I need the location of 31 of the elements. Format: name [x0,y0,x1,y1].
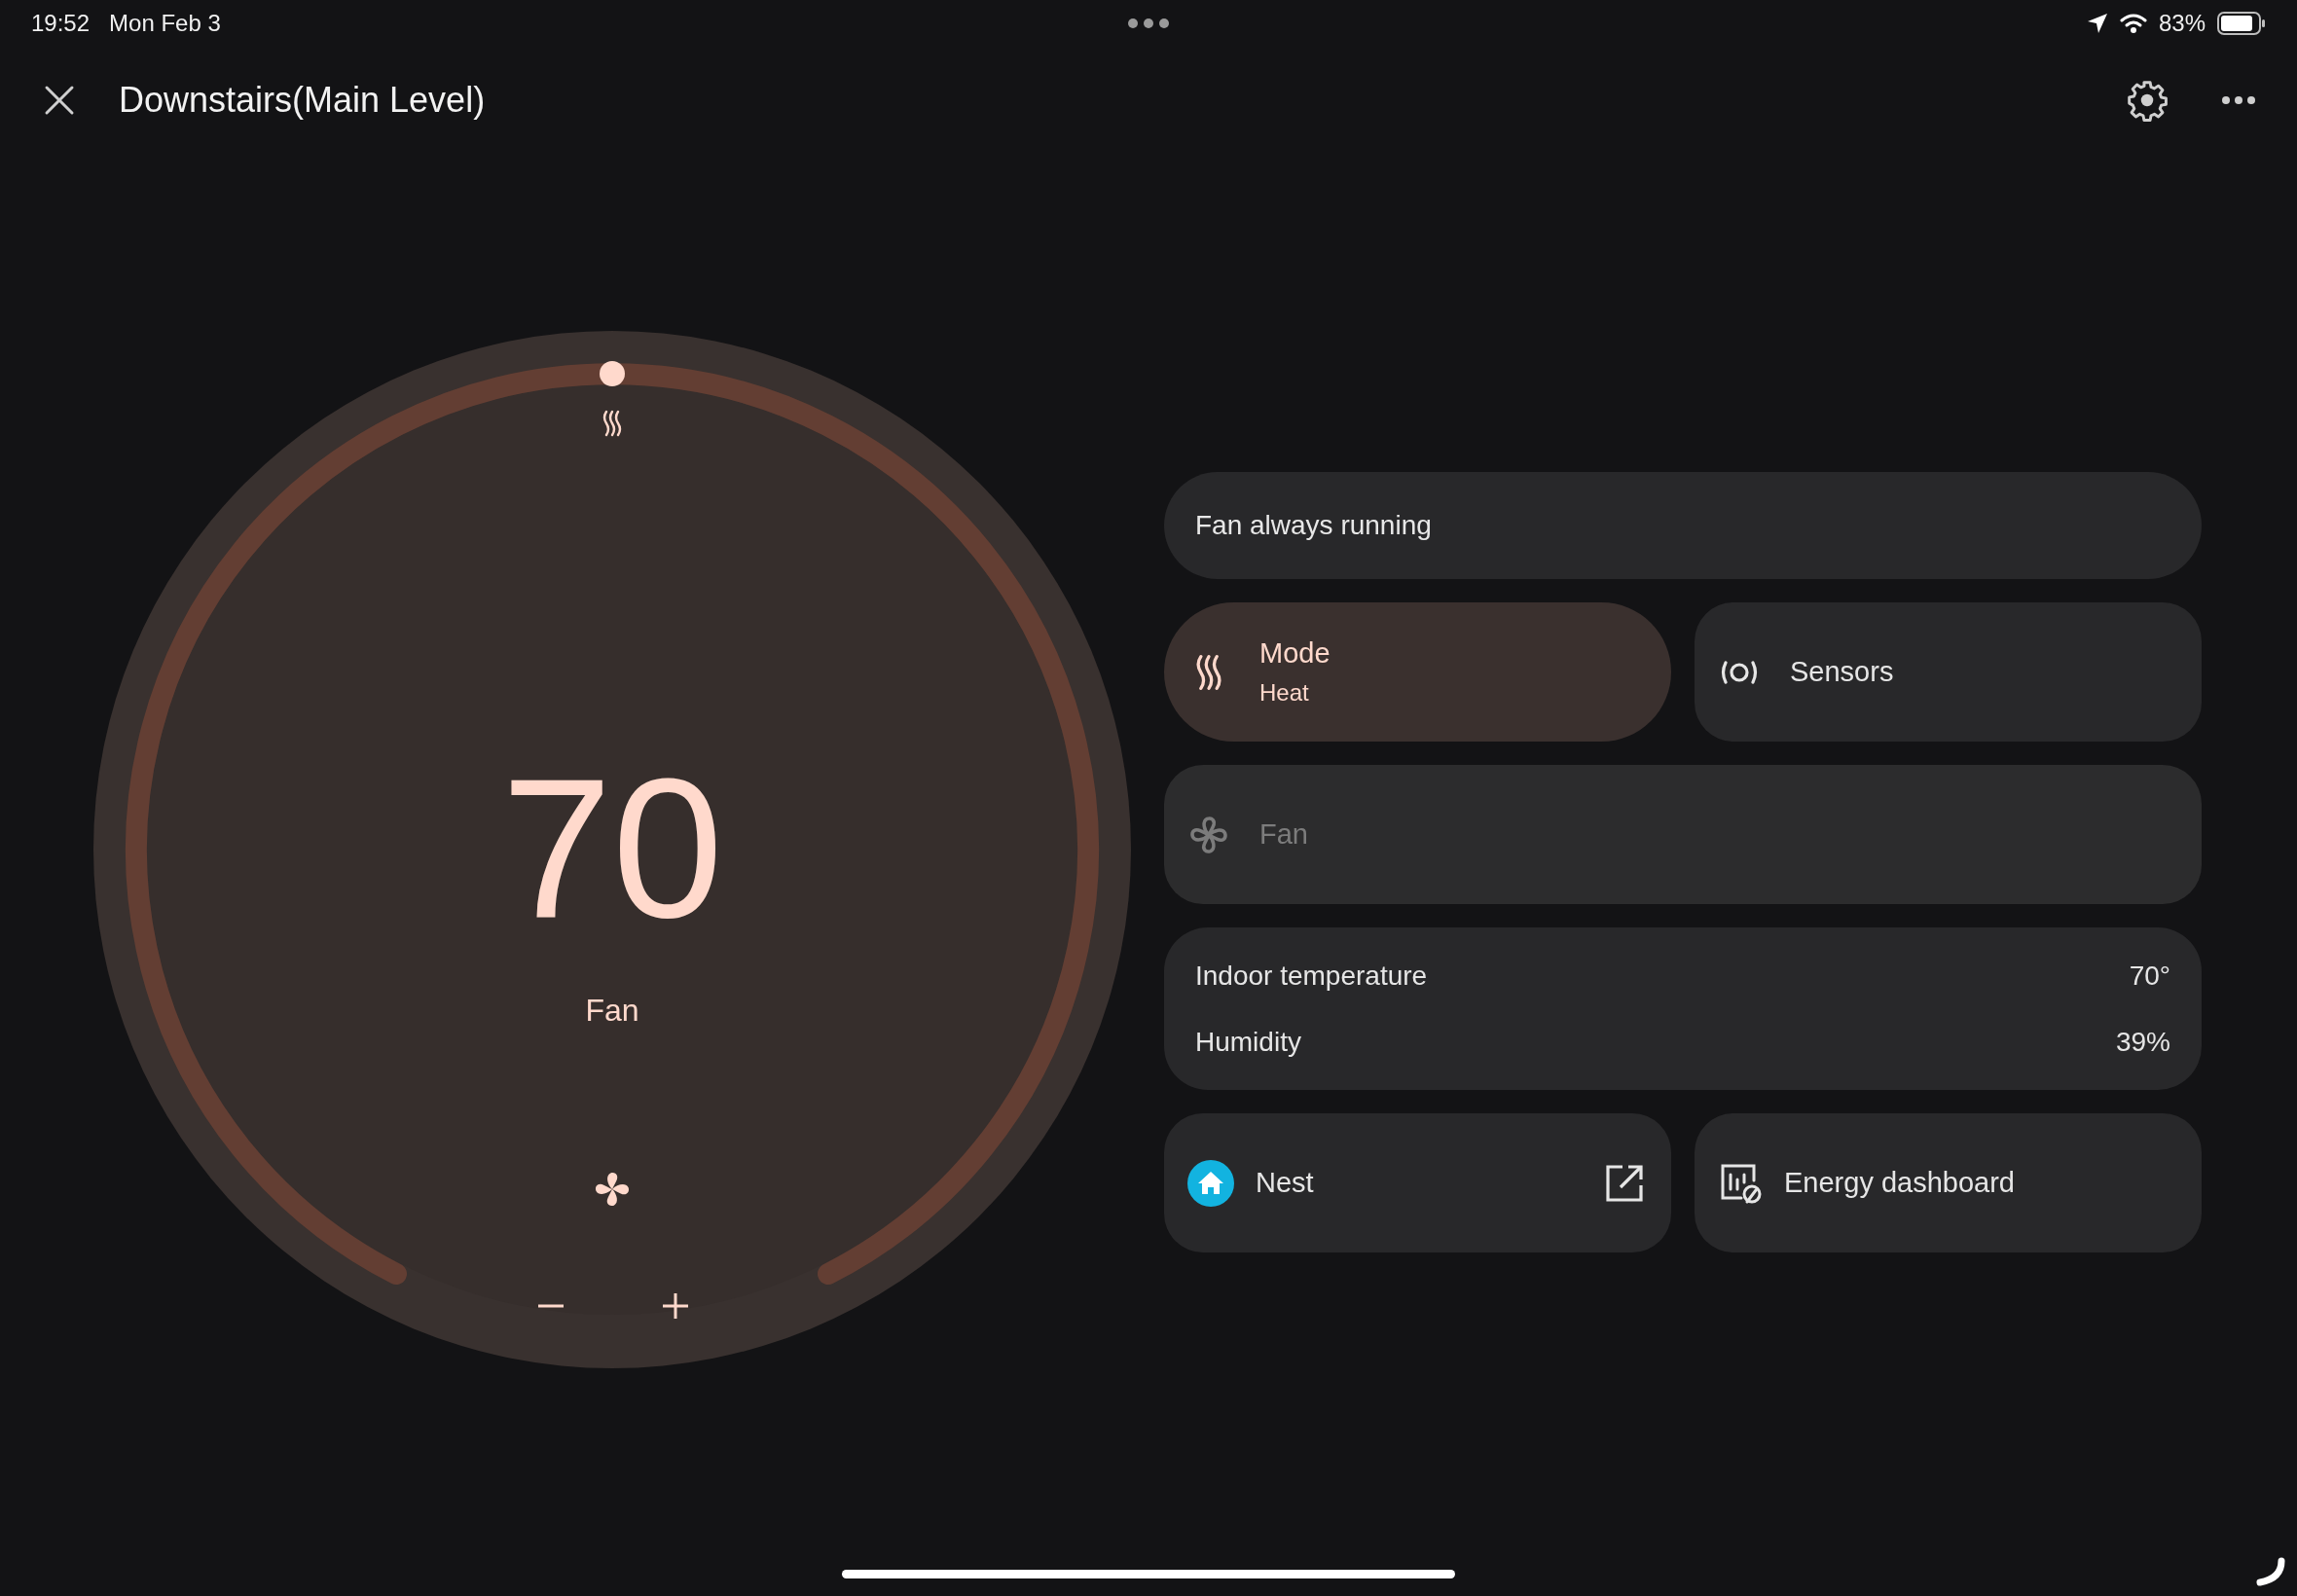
temperature-reading: 70 [501,746,723,947]
minus-icon [537,1304,565,1308]
sensors-tile[interactable]: Sensors [1695,602,2202,742]
reading-value: 70° [2129,960,2170,992]
plus-icon [662,1292,689,1320]
battery-icon [2217,12,2266,35]
settings-icon [2126,79,2169,122]
fan-icon [1188,814,1229,855]
status-date: Mon Feb 3 [109,10,221,37]
reading-label: Humidity [1195,1026,1301,1058]
more-dots-icon [2221,95,2256,105]
status-time: 19:52 [31,10,91,37]
fan-status-banner: Fan always running [1164,472,2202,579]
mode-tile[interactable]: Mode Heat [1164,602,1671,742]
heat-icon [1194,652,1223,692]
device-title: Downstairs(Main Level) [119,80,486,121]
close-icon [43,84,76,117]
reading-value: 39% [2115,1026,2170,1058]
nest-link[interactable]: Nest [1164,1113,1671,1252]
more-dots-icon [1127,18,1170,29]
house-icon [1187,1159,1234,1207]
curve-mark-icon [2254,1555,2287,1588]
dial-mode-label: Fan [585,992,639,1029]
location-arrow-icon [2086,13,2108,34]
heat-icon [602,409,623,438]
battery-percent: 83% [2158,10,2206,37]
energy-link[interactable]: Energy dashboard [1695,1113,2202,1252]
external-link-icon [1605,1163,1644,1203]
wifi-icon [2119,13,2147,34]
reading-label: Indoor temperature [1195,960,1428,992]
sensors-icon [1720,659,1759,685]
